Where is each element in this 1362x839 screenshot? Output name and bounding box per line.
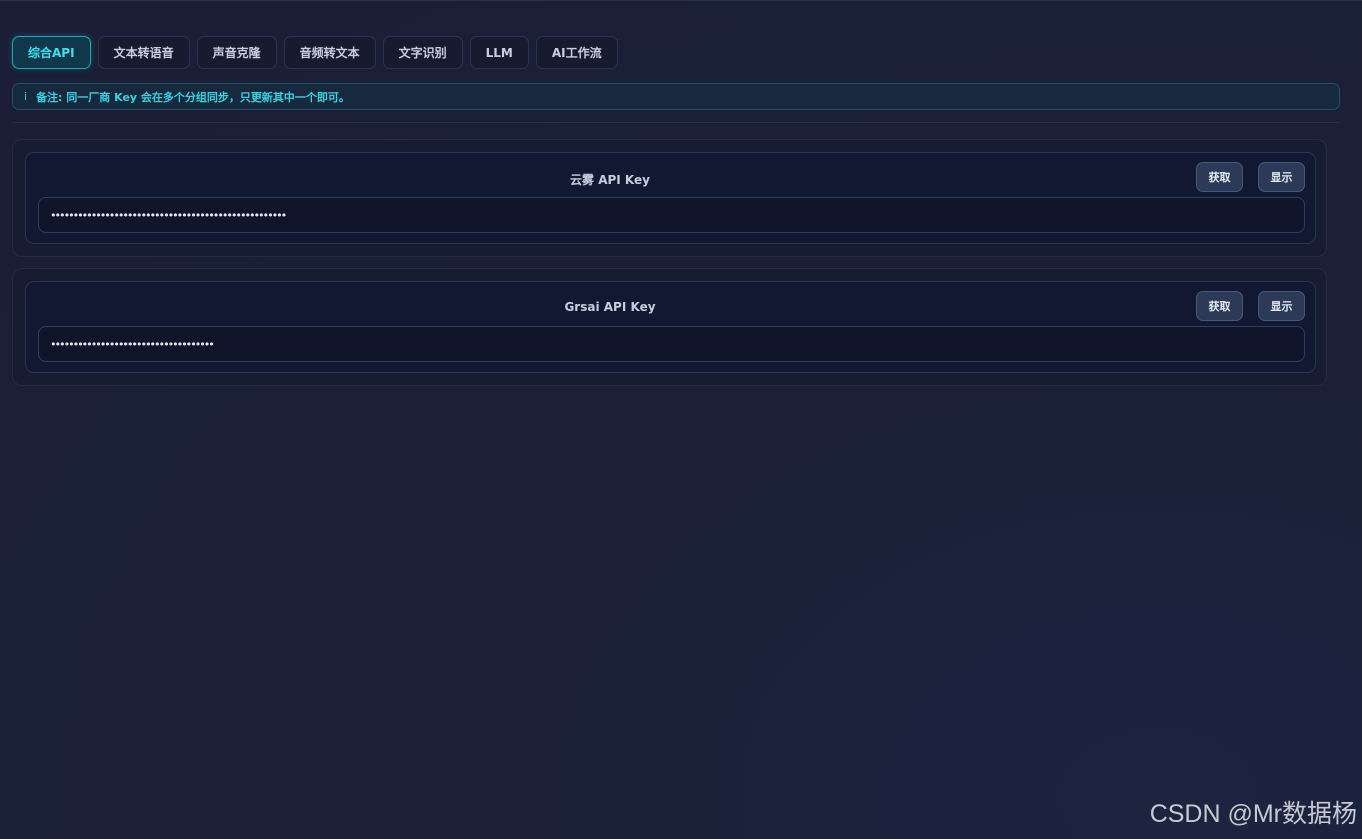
api-key-input[interactable]: •••••••••••••••••••••••••••••••••••• [38,326,1305,362]
api-key-card-yunwu: 云雾 API Key 获取 显示 •••••••••••••••••••••••… [12,139,1327,257]
tab-ocr[interactable]: 文字识别 [382,36,463,69]
watermark: CSDN @Mr数据杨 [1149,800,1357,828]
top-border [0,0,1362,1]
sync-notice: i 备注: 同一厂商 Key 会在多个分组同步，只更新其中一个即可。 [12,83,1340,110]
api-key-panel: Grsai API Key 获取 显示 ••••••••••••••••••••… [25,281,1316,373]
section-divider [12,122,1340,123]
get-key-button[interactable]: 获取 [1196,162,1243,192]
tab-bar: 综合API 文本转语音 声音克隆 音频转文本 文字识别 LLM AI工作流 [12,36,618,69]
api-key-panel: 云雾 API Key 获取 显示 •••••••••••••••••••••••… [25,152,1316,244]
api-key-input[interactable]: ••••••••••••••••••••••••••••••••••••••••… [38,197,1305,233]
notice-text: 备注: 同一厂商 Key 会在多个分组同步，只更新其中一个即可。 [36,90,350,104]
show-key-button[interactable]: 显示 [1258,291,1305,321]
api-key-title: 云雾 API Key [570,173,650,187]
tab-ai-workflow[interactable]: AI工作流 [535,36,618,69]
show-key-button[interactable]: 显示 [1258,162,1305,192]
tab-text-to-speech[interactable]: 文本转语音 [97,36,190,69]
tab-llm[interactable]: LLM [469,36,529,69]
tab-voice-clone[interactable]: 声音克隆 [196,36,277,69]
tab-general-api[interactable]: 综合API [12,36,91,69]
get-key-button[interactable]: 获取 [1196,291,1243,321]
info-icon: i [24,90,28,103]
tab-audio-to-text[interactable]: 音频转文本 [283,36,376,69]
api-key-card-grsai: Grsai API Key 获取 显示 ••••••••••••••••••••… [12,268,1327,386]
api-key-title: Grsai API Key [564,300,656,314]
